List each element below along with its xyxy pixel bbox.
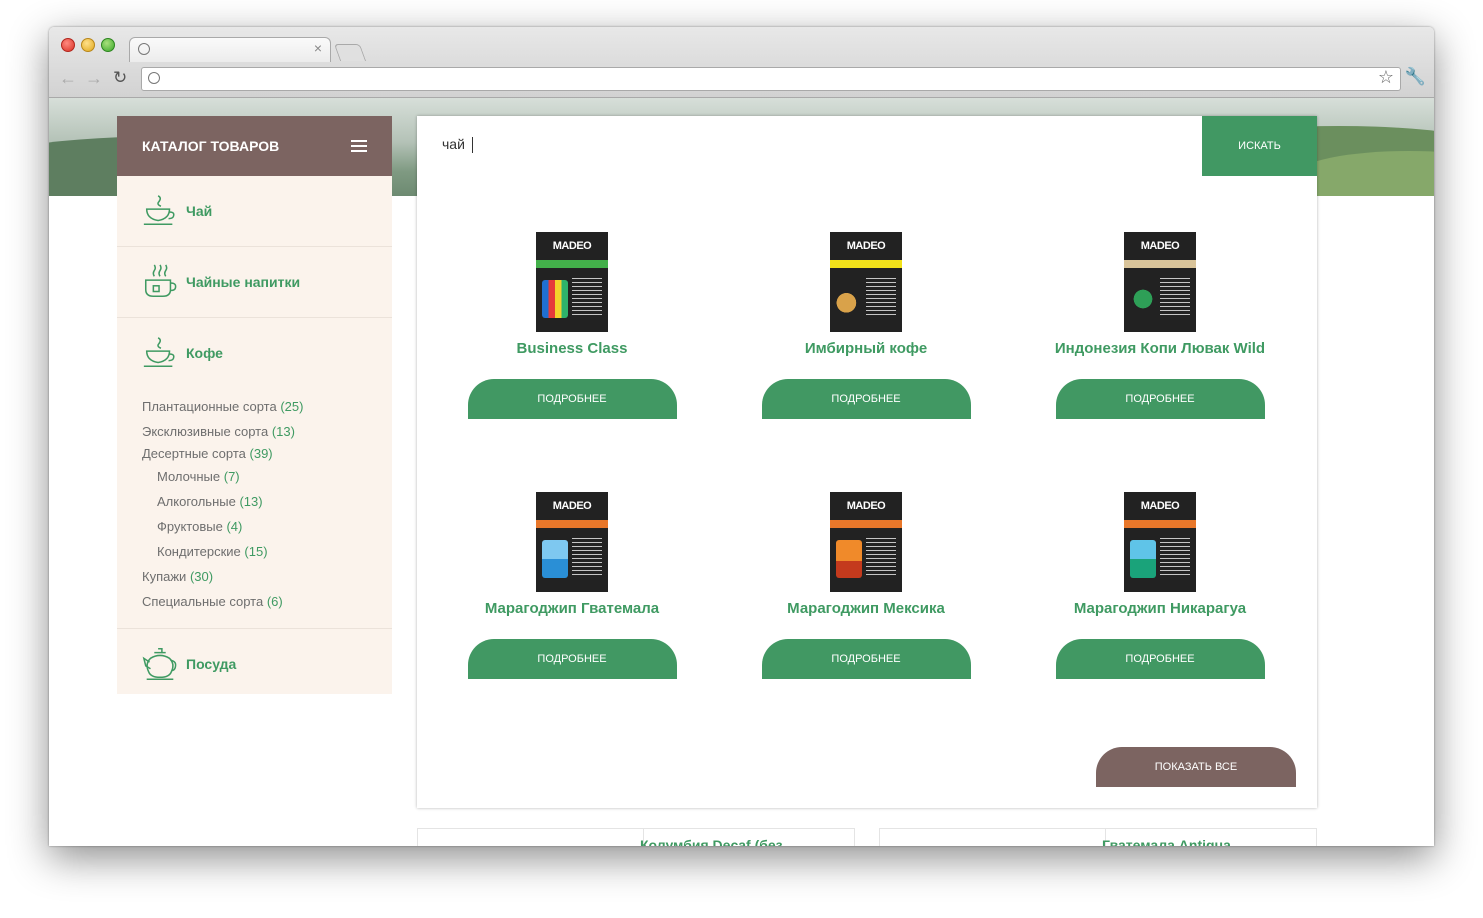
globe-icon — [148, 72, 160, 84]
address-bar[interactable]: ☆ — [141, 67, 1401, 91]
category-tea-drinks[interactable]: Чайные напитки — [117, 247, 392, 318]
wrench-icon[interactable]: 🔧 — [1405, 67, 1426, 87]
catalog-header[interactable]: КАТАЛОГ ТОВАРОВ — [117, 116, 392, 176]
teapot-icon — [142, 648, 177, 680]
category-label: Чай — [186, 203, 213, 219]
product-image[interactable]: MADEO — [1124, 232, 1196, 332]
hamburger-menu-icon[interactable] — [351, 140, 367, 152]
web-page: КАТАЛОГ ТОВАРОВ Чай Чайные напитки Кофе … — [49, 98, 1434, 846]
search-results-panel: чай ИСКАТЬ MADEO Business Class ПОДРОБНЕ… — [417, 116, 1317, 808]
coffee-subcategories: Плантационные сорта (25) Эксклюзивные со… — [117, 388, 392, 629]
minimize-window-button[interactable] — [81, 38, 95, 52]
category-label: Посуда — [186, 656, 237, 672]
product-card: MADEO Business Class ПОДРОБНЕЕ — [425, 232, 719, 419]
product-image[interactable]: MADEO — [1124, 492, 1196, 592]
product-name[interactable]: Марагоджип Гватемала — [425, 599, 719, 639]
browser-chrome: × ← → ↻ ☆ 🔧 — [49, 27, 1434, 98]
zoom-window-button[interactable] — [101, 38, 115, 52]
subcategory-link[interactable]: Плантационные сорта (25) — [142, 394, 392, 419]
product-card-below[interactable]: Гватемала Antigua — [879, 828, 1317, 846]
search-button[interactable]: ИСКАТЬ — [1202, 116, 1317, 176]
details-button[interactable]: ПОДРОБНЕЕ — [761, 379, 971, 419]
product-name[interactable]: Имбирный кофе — [719, 339, 1013, 379]
product-image[interactable]: MADEO — [536, 492, 608, 592]
close-window-button[interactable] — [61, 38, 75, 52]
product-card-below[interactable]: Колумбия Decaf (без — [417, 828, 855, 846]
reload-icon[interactable]: ↻ — [113, 68, 127, 88]
details-button[interactable]: ПОДРОБНЕЕ — [467, 639, 677, 679]
browser-window: × ← → ↻ ☆ 🔧 КАТАЛОГ ТОВАРОВ Чай Чайные н… — [49, 27, 1434, 846]
category-label: Чайные напитки — [186, 274, 301, 290]
product-card: MADEO Марагоджип Гватемала ПОДРОБНЕЕ — [425, 492, 719, 679]
details-button[interactable]: ПОДРОБНЕЕ — [1055, 379, 1265, 419]
subcategory-link[interactable]: Фруктовые (4) — [142, 514, 392, 539]
product-image[interactable]: MADEO — [830, 232, 902, 332]
product-name[interactable]: Индонезия Копи Лювак Wild — [1013, 339, 1307, 379]
category-label: Кофе — [186, 345, 223, 361]
search-input[interactable]: чай — [442, 136, 473, 154]
product-name[interactable]: Гватемала Antigua — [1102, 837, 1231, 846]
coffee-cup-icon — [143, 337, 175, 368]
subcategory-link[interactable]: Кондитерские (15) — [142, 539, 392, 564]
browser-toolbar: ← → ↻ ☆ 🔧 — [49, 62, 1434, 97]
steaming-cup-icon — [144, 264, 177, 298]
details-button[interactable]: ПОДРОБНЕЕ — [761, 639, 971, 679]
browser-tab[interactable]: × — [129, 37, 331, 62]
category-tea[interactable]: Чай — [117, 176, 392, 247]
catalog-title: КАТАЛОГ ТОВАРОВ — [142, 138, 280, 154]
search-bar: чай ИСКАТЬ — [417, 116, 1317, 176]
category-tableware[interactable]: Посуда — [117, 629, 392, 699]
new-tab-button[interactable] — [333, 44, 367, 61]
catalog-sidebar: КАТАЛОГ ТОВАРОВ Чай Чайные напитки Кофе … — [117, 116, 392, 694]
show-all-button[interactable]: ПОКАЗАТЬ ВСЕ — [1096, 747, 1296, 787]
details-button[interactable]: ПОДРОБНЕЕ — [467, 379, 677, 419]
product-image[interactable]: MADEO — [536, 232, 608, 332]
globe-icon — [138, 43, 150, 55]
product-name[interactable]: Колумбия Decaf (без — [640, 837, 783, 846]
product-card: MADEO Марагоджип Никарагуа ПОДРОБНЕЕ — [1013, 492, 1307, 679]
back-arrow-icon[interactable]: ← — [59, 68, 77, 88]
bookmark-star-icon[interactable]: ☆ — [1378, 67, 1394, 88]
subcategory-link[interactable]: Купажи (30) — [142, 564, 392, 589]
teacup-icon — [143, 195, 175, 226]
subcategory-link[interactable]: Специальные сорта (6) — [142, 589, 392, 614]
subcategory-link[interactable]: Эксклюзивные сорта (13) — [142, 419, 392, 444]
subcategory-link[interactable]: Молочные (7) — [142, 464, 392, 489]
product-name[interactable]: Марагоджип Никарагуа — [1013, 599, 1307, 639]
forward-arrow-icon[interactable]: → — [85, 68, 103, 88]
tab-close-icon[interactable]: × — [314, 40, 322, 56]
product-card: MADEO Индонезия Копи Лювак Wild ПОДРОБНЕ… — [1013, 232, 1307, 419]
subcategory-link[interactable]: Десертные сорта (39) — [142, 444, 392, 464]
product-name[interactable]: Business Class — [425, 339, 719, 379]
product-image[interactable]: MADEO — [830, 492, 902, 592]
product-card: MADEO Имбирный кофе ПОДРОБНЕЕ — [719, 232, 1013, 419]
product-name[interactable]: Марагоджип Мексика — [719, 599, 1013, 639]
subcategory-link[interactable]: Алкогольные (13) — [142, 489, 392, 514]
details-button[interactable]: ПОДРОБНЕЕ — [1055, 639, 1265, 679]
category-coffee[interactable]: Кофе — [117, 318, 392, 388]
product-card: MADEO Марагоджип Мексика ПОДРОБНЕЕ — [719, 492, 1013, 679]
